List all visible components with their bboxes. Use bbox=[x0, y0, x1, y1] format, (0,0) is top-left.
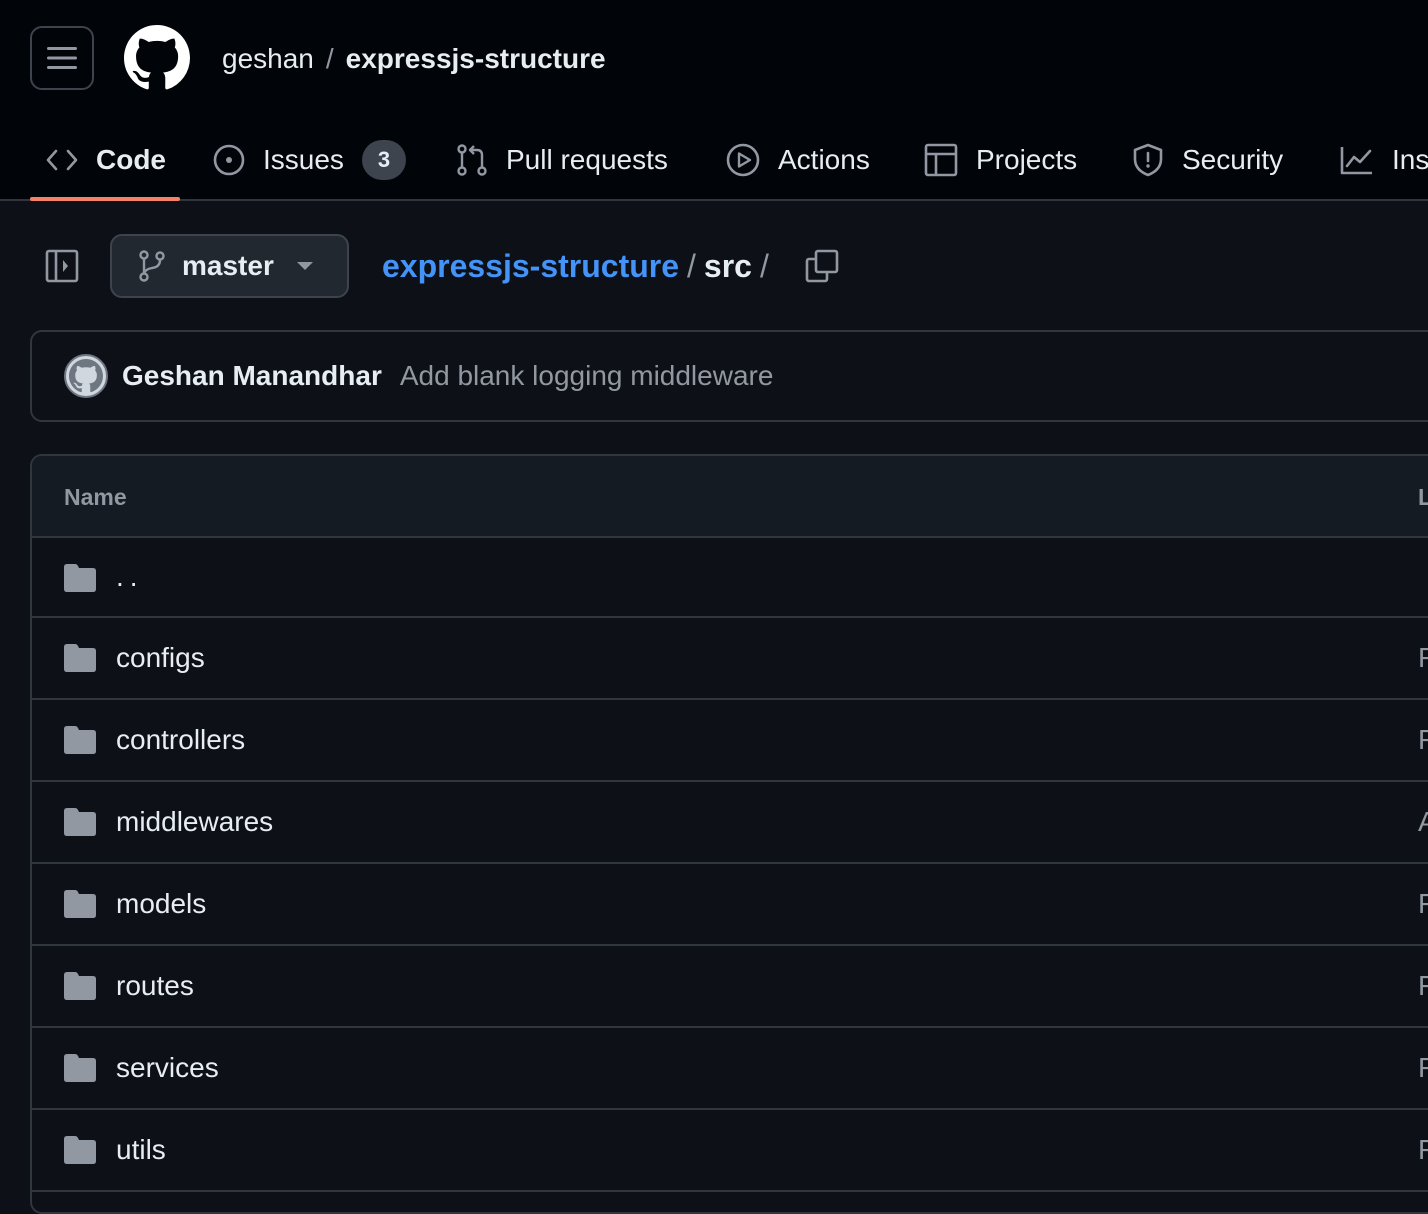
last-commit-message[interactable]: F bbox=[1418, 1134, 1428, 1166]
triangle-down-icon bbox=[296, 262, 313, 270]
column-header-last-commit: L bbox=[1418, 456, 1428, 538]
table-row[interactable]: middlewares A bbox=[32, 782, 1428, 864]
breadcrumb-trailing-separator: / bbox=[759, 248, 769, 284]
avatar[interactable] bbox=[64, 354, 108, 398]
last-commit-message[interactable]: F bbox=[1418, 1052, 1428, 1084]
graph-icon bbox=[1340, 147, 1372, 175]
file-name-link[interactable]: utils bbox=[116, 1134, 166, 1166]
hamburger-icon bbox=[47, 47, 77, 69]
tab-code-label: Code bbox=[96, 144, 166, 175]
branch-select-button[interactable]: master bbox=[110, 234, 349, 298]
table-row[interactable]: controllers F bbox=[32, 700, 1428, 782]
breadcrumb-current-dir: src bbox=[703, 248, 752, 284]
tab-projects-label: Projects bbox=[976, 144, 1078, 175]
commit-author-link[interactable]: Geshan Manandhar bbox=[122, 360, 382, 392]
file-name-link[interactable]: .. bbox=[116, 561, 144, 593]
file-name-link[interactable]: controllers bbox=[116, 724, 245, 756]
tab-insights[interactable]: Ins bbox=[1340, 120, 1428, 200]
play-icon bbox=[726, 143, 760, 177]
git-branch-icon bbox=[139, 250, 165, 282]
folder-icon bbox=[64, 1136, 96, 1164]
tab-actions[interactable]: Actions bbox=[726, 120, 870, 200]
table-header: Name L bbox=[32, 456, 1428, 538]
tab-issues[interactable]: Issues 3 bbox=[213, 120, 406, 200]
repo-path-separator: / bbox=[325, 43, 334, 74]
issues-counter-badge: 3 bbox=[361, 140, 406, 180]
table-row[interactable]: configs F bbox=[32, 618, 1428, 700]
last-commit-message[interactable]: F bbox=[1418, 642, 1428, 674]
breadcrumb: expressjs-structure / src / bbox=[382, 246, 777, 286]
folder-icon bbox=[64, 808, 96, 836]
github-logo-icon[interactable] bbox=[124, 25, 190, 91]
folder-icon bbox=[64, 564, 96, 592]
git-pull-request-icon bbox=[457, 144, 487, 176]
repo-name-link[interactable]: expressjs-structure bbox=[346, 43, 606, 74]
tab-security[interactable]: Security bbox=[1132, 120, 1283, 200]
last-commit-message[interactable]: F bbox=[1418, 888, 1428, 920]
tab-issues-label: Issues bbox=[263, 144, 344, 175]
repo-nav-tabs: Code Issues 3 Pull requests Actions Proj… bbox=[0, 120, 1428, 200]
table-row[interactable]: utils F bbox=[32, 1110, 1428, 1192]
folder-icon bbox=[64, 726, 96, 754]
parent-directory-row[interactable]: .. bbox=[32, 538, 1428, 618]
code-icon bbox=[46, 149, 78, 171]
table-row[interactable]: routes F bbox=[32, 946, 1428, 1028]
tab-pull-requests-label: Pull requests bbox=[506, 144, 668, 175]
file-name-link[interactable]: configs bbox=[116, 642, 205, 674]
table-row[interactable]: services F bbox=[32, 1028, 1428, 1110]
file-name-link[interactable]: models bbox=[116, 888, 206, 920]
folder-icon bbox=[64, 890, 96, 918]
tab-code[interactable]: Code bbox=[46, 120, 166, 200]
table-icon bbox=[924, 143, 958, 177]
last-commit-message[interactable]: A bbox=[1418, 806, 1428, 838]
folder-icon bbox=[64, 1054, 96, 1082]
folder-icon bbox=[64, 644, 96, 672]
repo-owner-link[interactable]: geshan bbox=[222, 43, 314, 74]
tab-insights-label: Ins bbox=[1392, 144, 1428, 175]
tab-security-label: Security bbox=[1182, 144, 1284, 175]
shield-icon bbox=[1133, 143, 1163, 177]
latest-commit-box: Geshan Manandhar Add blank logging middl… bbox=[30, 330, 1428, 422]
breadcrumb-separator: / bbox=[687, 248, 696, 284]
file-name-link[interactable]: middlewares bbox=[116, 806, 273, 838]
file-name-link[interactable]: routes bbox=[116, 970, 194, 1002]
tab-pull-requests[interactable]: Pull requests bbox=[456, 120, 668, 200]
file-name-link[interactable]: services bbox=[116, 1052, 219, 1084]
issue-opened-icon bbox=[213, 144, 245, 176]
file-table: Name L .. configs Fcontrollers Fmiddlewares… bbox=[30, 454, 1428, 1214]
tab-actions-label: Actions bbox=[778, 144, 870, 175]
file-toolbar: master expressjs-structure / src / bbox=[0, 234, 1428, 298]
last-commit-message[interactable]: F bbox=[1418, 970, 1428, 1002]
repo-path: geshan / expressjs-structure bbox=[222, 40, 606, 78]
breadcrumb-repo-link[interactable]: expressjs-structure bbox=[382, 248, 679, 284]
tab-projects[interactable]: Projects bbox=[924, 120, 1077, 200]
commit-message-link[interactable]: Add blank logging middleware bbox=[400, 360, 774, 392]
copy-path-icon[interactable] bbox=[804, 248, 840, 284]
folder-icon bbox=[64, 972, 96, 1000]
column-header-name: Name bbox=[64, 484, 127, 510]
expand-file-tree-icon[interactable] bbox=[44, 248, 80, 284]
branch-name: master bbox=[182, 250, 274, 281]
active-tab-indicator bbox=[30, 197, 180, 201]
last-commit-message[interactable]: F bbox=[1418, 724, 1428, 756]
app-header: geshan / expressjs-structure Code Issues 3 bbox=[0, 0, 1428, 201]
table-row[interactable]: models F bbox=[32, 864, 1428, 946]
avatar-octocat-icon bbox=[69, 359, 103, 393]
menu-button[interactable] bbox=[30, 26, 94, 90]
